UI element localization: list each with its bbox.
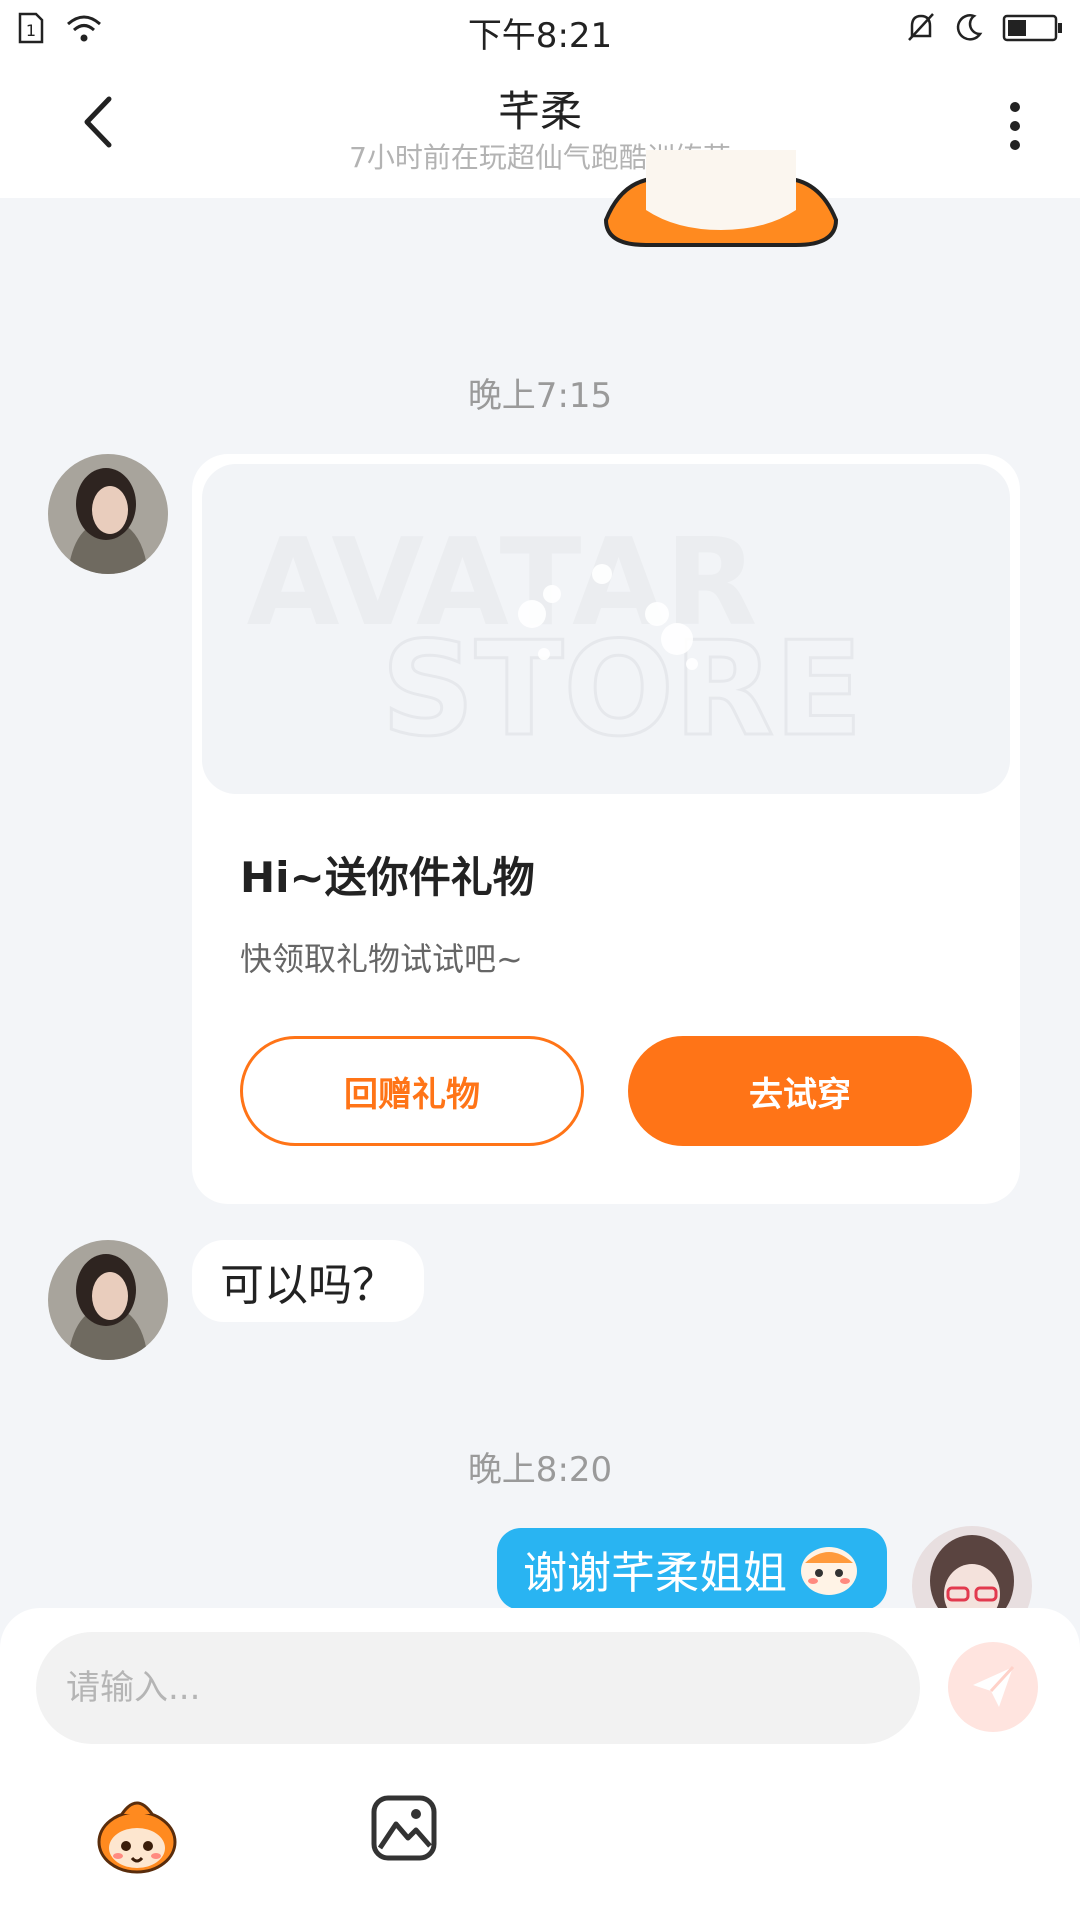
image-picker-button[interactable]: [370, 1794, 438, 1862]
incoming-message-bubble[interactable]: 可以吗？: [192, 1240, 424, 1322]
outgoing-message-text: 谢谢芊柔姐姐: [523, 1548, 787, 1599]
gift-card-message[interactable]: AVATAR STORE Hi~送你件礼物 快领取礼物试试吧~ 回赠礼物 去试穿: [192, 454, 1020, 1204]
contact-name: 芊柔: [497, 87, 582, 136]
message-composer: [0, 1608, 1080, 1920]
shy-sticker-emoji-icon: [801, 1547, 857, 1595]
message-timestamp: 晚上8:20: [467, 1450, 613, 1490]
chat-header: 芊柔 7小时前在玩超仙气跑酷训练营: [0, 58, 1080, 198]
mascot-sticker[interactable]: [596, 150, 846, 250]
more-vertical-icon-dot: [1010, 140, 1020, 150]
gift-card-title: Hi~送你件礼物: [240, 853, 535, 902]
more-vertical-icon-dot: [1010, 121, 1020, 131]
image-icon: [371, 1795, 437, 1861]
contact-avatar[interactable]: [48, 454, 168, 574]
battery-icon: [1002, 14, 1062, 42]
return-gift-button[interactable]: 回赠礼物: [240, 1036, 584, 1146]
message-input[interactable]: [36, 1632, 920, 1744]
contact-avatar[interactable]: [48, 1240, 168, 1360]
paper-plane-icon: [973, 1665, 1015, 1707]
status-right-icons: [906, 12, 1064, 44]
avatar-store-banner: AVATAR STORE: [202, 464, 1010, 794]
more-options-button[interactable]: [1000, 96, 1030, 156]
outgoing-message-bubble[interactable]: 谢谢芊柔姐姐: [497, 1528, 887, 1610]
more-vertical-icon-dot: [1010, 102, 1020, 112]
moon-icon: [956, 14, 983, 41]
mascot-emoji-button[interactable]: [92, 1794, 182, 1874]
send-button[interactable]: [948, 1642, 1038, 1732]
bell-muted-icon: [908, 13, 934, 41]
gift-card-description: 快领取礼物试试吧~: [240, 940, 523, 978]
try-on-button[interactable]: 去试穿: [628, 1036, 972, 1146]
status-bar: 1 下午8:21: [0, 0, 1080, 58]
message-timestamp: 晚上7:15: [467, 376, 613, 416]
mascot-emoji-icon: [97, 1801, 177, 1874]
banner-text-store: STORE: [381, 613, 863, 765]
chat-screen: 1 下午8:21 芊柔 7小时前在玩超仙气跑酷训练营 晚上7:15 AVATAR…: [0, 0, 1080, 1920]
contact-activity-status: 7小时前在玩超仙气跑酷训练营: [349, 141, 731, 174]
